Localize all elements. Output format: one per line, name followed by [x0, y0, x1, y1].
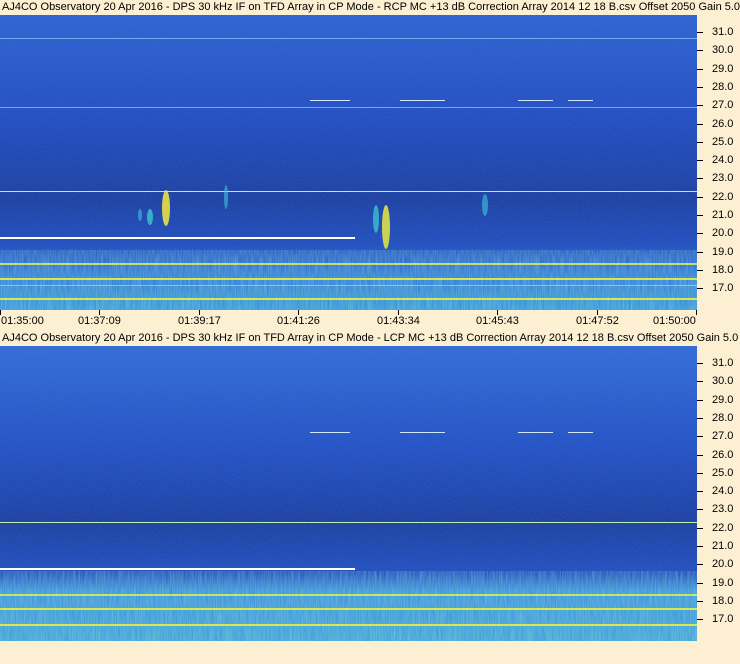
rcp-frequency-tick — [697, 68, 703, 70]
lcp-frequency-tick — [697, 564, 703, 566]
lcp-frequency-tick-label: 23.0 — [712, 503, 734, 516]
rcp-frequency-tick — [697, 251, 703, 253]
time-tick-label: 01:45:43 — [476, 315, 519, 327]
lcp-frequency-tick-label: 17.0 — [712, 613, 734, 626]
rcp-frequency-tick-label: 17.0 — [712, 282, 734, 295]
lcp-frequency-tick — [697, 619, 703, 621]
lcp-spectrogram-image — [0, 346, 697, 641]
top-panel-title: AJ4CO Observatory 20 Apr 2016 - DPS 30 k… — [2, 1, 740, 13]
rcp-frequency-tick-label: 20.0 — [712, 227, 734, 240]
lcp-frequency-tick-label: 20.0 — [712, 558, 734, 571]
rcp-frequency-tick-label: 19.0 — [712, 245, 734, 258]
lcp-frequency-tick — [697, 381, 703, 383]
time-tick-label: 01:50:00 — [653, 315, 696, 327]
rcp-frequency-tick-label: 26.0 — [712, 117, 734, 130]
lcp-frequency-tick-label: 26.0 — [712, 448, 734, 461]
rcp-frequency-tick-label: 23.0 — [712, 172, 734, 185]
rcp-frequency-tick-label: 28.0 — [712, 80, 734, 93]
lcp-frequency-tick — [697, 582, 703, 584]
lcp-frequency-tick — [697, 436, 703, 438]
lcp-frequency-tick-label: 19.0 — [712, 576, 734, 589]
time-tick-label: 01:39:17 — [178, 315, 221, 327]
rcp-frequency-axis: 31.0 30.0 29.0 28.0 27.0 26.0 25.0 24.0 23.0 22.0… — [697, 15, 740, 310]
rcp-frequency-tick-label: 31.0 — [712, 26, 734, 38]
rcp-frequency-tick — [697, 50, 703, 52]
rcp-frequency-tick-label: 22.0 — [712, 190, 734, 203]
lcp-frequency-tick-label: 21.0 — [712, 540, 734, 552]
lcp-frequency-tick-label: 27.0 — [712, 430, 734, 443]
time-tick-label: 01:37:09 — [78, 315, 121, 327]
lcp-frequency-tick — [697, 363, 703, 364]
rcp-frequency-tick-label: 30.0 — [712, 44, 734, 57]
time-tick — [696, 310, 697, 315]
rcp-frequency-tick-label: 24.0 — [712, 154, 734, 167]
time-axis: 01:35:00 01:37:09 01:39:17 01:41:26 01:43:34… — [0, 310, 697, 329]
lcp-frequency-tick-label: 29.0 — [712, 393, 734, 406]
rcp-frequency-tick-label: 29.0 — [712, 62, 734, 75]
lcp-frequency-tick — [697, 546, 703, 547]
rcp-frequency-tick — [697, 215, 703, 216]
rcp-spectrogram-image — [0, 15, 697, 310]
time-tick-label: 01:47:52 — [576, 315, 619, 327]
rcp-frequency-tick — [697, 288, 703, 290]
rcp-frequency-tick-label: 18.0 — [712, 263, 734, 276]
time-tick-label: 01:41:26 — [277, 315, 320, 327]
rcp-frequency-tick-label: 21.0 — [712, 209, 734, 221]
rcp-frequency-tick — [697, 233, 703, 235]
rcp-frequency-tick — [697, 160, 703, 162]
bottom-panel-title: AJ4CO Observatory 20 Apr 2016 - DPS 30 k… — [2, 332, 739, 344]
rcp-frequency-tick-label: 27.0 — [712, 99, 734, 112]
lcp-frequency-tick — [697, 491, 703, 493]
rcp-spectrogram — [0, 15, 697, 310]
lcp-frequency-tick — [697, 399, 703, 401]
rcp-frequency-tick — [697, 123, 703, 125]
lcp-frequency-tick-label: 30.0 — [712, 375, 734, 388]
lcp-frequency-tick — [697, 600, 703, 602]
time-tick-label: 01:43:34 — [377, 315, 420, 327]
lcp-frequency-tick — [697, 527, 703, 529]
lcp-frequency-tick-label: 18.0 — [712, 594, 734, 607]
lcp-frequency-tick — [697, 454, 703, 456]
rcp-frequency-tick — [697, 105, 703, 107]
lcp-frequency-tick — [697, 509, 703, 511]
lcp-frequency-tick-label: 24.0 — [712, 485, 734, 498]
time-tick-label: 01:35:00 — [1, 315, 44, 327]
rcp-frequency-tick-label: 25.0 — [712, 135, 734, 148]
lcp-frequency-tick — [697, 417, 703, 419]
rcp-frequency-tick — [697, 86, 703, 88]
lcp-spectrogram — [0, 346, 697, 641]
rcp-frequency-tick — [697, 141, 703, 143]
lcp-frequency-tick — [697, 472, 703, 474]
lcp-frequency-axis: 31.0 30.0 29.0 28.0 27.0 26.0 25.0 24.0 23.0 22.0… — [697, 346, 740, 641]
rcp-frequency-tick — [697, 196, 703, 198]
lcp-frequency-tick-label: 28.0 — [712, 411, 734, 424]
rcp-frequency-tick — [697, 178, 703, 180]
lcp-frequency-tick-label: 31.0 — [712, 357, 734, 369]
lcp-frequency-tick-label: 22.0 — [712, 521, 734, 534]
lcp-frequency-tick-label: 25.0 — [712, 466, 734, 479]
rcp-frequency-tick — [697, 269, 703, 271]
rcp-frequency-tick — [697, 32, 703, 33]
